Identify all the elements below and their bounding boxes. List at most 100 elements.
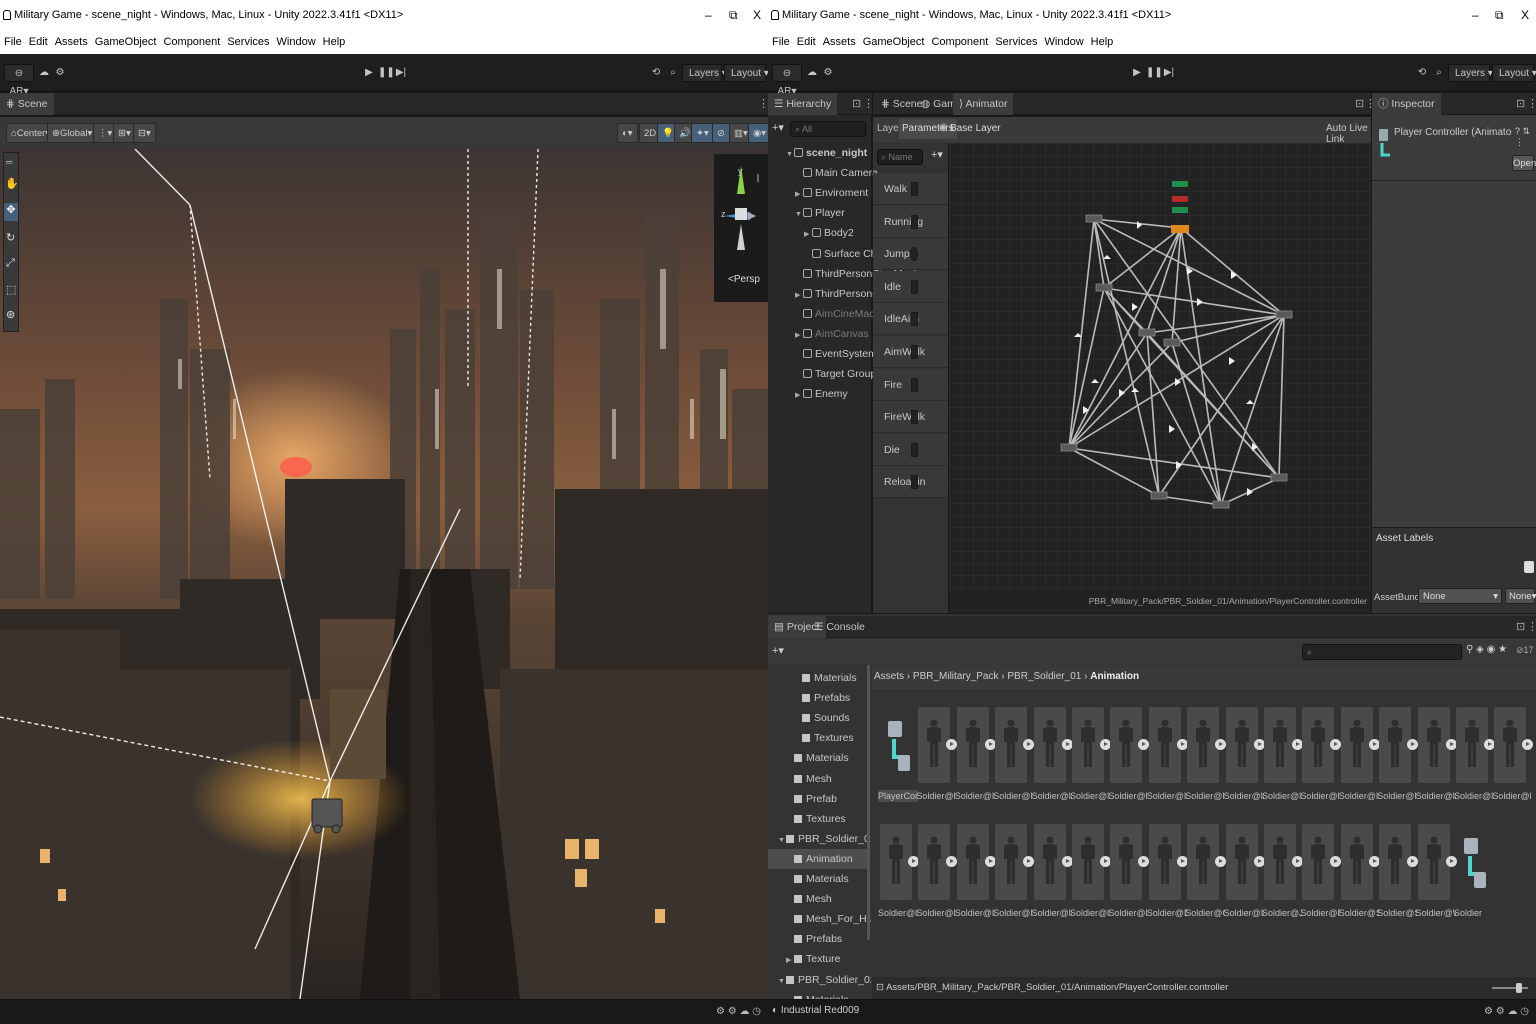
project-folder-item[interactable]: Sounds <box>768 708 867 728</box>
layout-dropdown[interactable]: Layout ▾ <box>1492 64 1536 82</box>
project-folder-item[interactable]: Prefab <box>768 789 867 809</box>
project-folder-item[interactable]: Prefabs <box>768 929 867 949</box>
menu-file[interactable]: File <box>4 36 22 48</box>
expand-clip-icon[interactable] <box>1061 856 1073 867</box>
project-folder-item[interactable]: Textures <box>768 728 867 748</box>
close-button[interactable]: X <box>753 0 761 30</box>
expand-arrow-icon[interactable]: ▼ <box>778 972 786 992</box>
hierarchy-item[interactable]: ▶ Enviroment <box>795 183 868 203</box>
rect-tool-icon[interactable]: ⬚ <box>6 283 16 296</box>
expand-clip-icon[interactable] <box>1215 856 1227 867</box>
bool-checkbox[interactable] <box>911 377 918 392</box>
panel-menu-icon[interactable]: ⋮ <box>758 97 768 110</box>
increment-snap-dropdown[interactable]: ⊟▾ <box>133 123 156 143</box>
parameter-row[interactable]: IdleAim <box>873 303 948 336</box>
account-button[interactable]: ⊖ AR▾ <box>772 64 802 97</box>
lock-icon[interactable]: ⊡ <box>1516 620 1525 633</box>
close-button[interactable]: X <box>1521 0 1529 30</box>
project-folder-item[interactable]: Materials <box>768 668 867 688</box>
base-layer-breadcrumb[interactable]: Base Layer <box>950 123 1001 134</box>
minimize-button[interactable]: – <box>1472 0 1479 30</box>
hierarchy-search-input[interactable]: ⌕ All <box>790 121 866 137</box>
gizmos-dropdown[interactable]: ◉▾ <box>748 123 768 143</box>
expand-arrow-icon[interactable]: ▶ <box>795 326 803 346</box>
menu-component[interactable]: Component <box>931 36 988 48</box>
animation-clip-tile[interactable] <box>956 707 989 783</box>
project-folder-item[interactable]: Prefabs <box>768 688 867 708</box>
project-folder-item[interactable]: Textures <box>768 809 867 829</box>
expand-clip-icon[interactable] <box>1368 739 1380 750</box>
controller-asset-tile[interactable] <box>880 707 912 783</box>
menu-edit[interactable]: Edit <box>29 36 48 48</box>
auto-live-link-toggle[interactable]: Auto Live Link <box>1326 123 1371 145</box>
hierarchy-item[interactable]: ▼ Player <box>795 203 845 223</box>
hierarchy-item[interactable]: ▶ Body2 <box>804 223 854 243</box>
bool-checkbox[interactable] <box>911 345 918 359</box>
animation-clip-tile[interactable] <box>1417 707 1450 783</box>
add-object-button[interactable]: +▾ <box>772 121 784 134</box>
scene-viewport[interactable]: ═ ✋ ✥ ↻ ⤢ ⬚ ⊛ y z <Persp <box>0 149 768 999</box>
expand-clip-icon[interactable] <box>1100 739 1111 750</box>
lock-icon[interactable]: ⊡ <box>1516 97 1525 110</box>
project-folder-item[interactable]: ▼ PBR_Soldier_01 <box>768 829 871 849</box>
parameter-row[interactable]: FireWalk <box>873 401 948 434</box>
expand-clip-icon[interactable] <box>1407 856 1419 867</box>
hand-tool-icon[interactable]: ✋ <box>5 177 19 190</box>
pause-button[interactable]: ❚❚ <box>1146 64 1163 82</box>
step-button[interactable]: ▶| <box>394 64 408 82</box>
bool-checkbox[interactable] <box>911 442 918 457</box>
project-search-input[interactable]: ⌕ <box>1302 644 1462 660</box>
expand-arrow-icon[interactable]: ▶ <box>786 951 794 971</box>
bool-checkbox[interactable] <box>911 475 918 490</box>
hierarchy-item[interactable]: ▼ scene_night <box>786 143 867 163</box>
hidden-objects-toggle[interactable]: ⊘ <box>712 123 730 143</box>
hierarchy-item[interactable]: Target Group <box>795 364 876 384</box>
search-icon[interactable]: ⌕ <box>667 64 679 82</box>
menu-help[interactable]: Help <box>1091 36 1114 48</box>
search-icon[interactable]: ⌕ <box>1433 64 1445 82</box>
tools-grip-icon[interactable]: ═ <box>6 157 12 167</box>
add-parameter-button[interactable]: +▾ <box>931 148 943 161</box>
scale-tool-icon[interactable]: ⤢ <box>6 257 15 270</box>
tab-animator[interactable]: ⟩ Animator <box>953 93 1014 115</box>
effects-dropdown[interactable]: ✦▾ <box>691 123 714 143</box>
project-folder-item[interactable]: ▶ Texture <box>768 949 867 969</box>
project-folder-item[interactable]: Mesh <box>768 769 867 789</box>
expand-clip-icon[interactable] <box>1023 739 1035 750</box>
trigger-toggle[interactable] <box>910 247 918 262</box>
expand-arrow-icon[interactable]: ▶ <box>795 386 803 406</box>
inspector-help-icon[interactable]: ? ⇅ ⋮ <box>1515 126 1536 148</box>
animation-clip-tile[interactable] <box>1340 824 1373 900</box>
parameter-row[interactable]: Die <box>873 433 948 466</box>
parameter-row[interactable]: Running <box>873 205 948 238</box>
status-icons[interactable]: ⚙ ⚙ ☁ ◷ <box>716 1006 761 1017</box>
expand-clip-icon[interactable] <box>1023 856 1035 867</box>
menu-assets[interactable]: Assets <box>823 36 856 48</box>
history-icon[interactable]: ⟲ <box>1416 64 1428 82</box>
expand-clip-icon[interactable] <box>1445 856 1457 867</box>
cloud-icon[interactable]: ☁ <box>38 64 50 82</box>
parameter-row[interactable]: Jump <box>873 238 948 271</box>
label-tag-icon[interactable] <box>1524 561 1534 573</box>
parameter-row[interactable]: Reloadin <box>873 466 948 499</box>
bool-checkbox[interactable] <box>911 279 918 294</box>
expand-clip-icon[interactable] <box>1368 856 1380 867</box>
icon-size-slider-handle[interactable] <box>1516 983 1522 993</box>
bool-checkbox[interactable] <box>911 182 918 196</box>
menu-help[interactable]: Help <box>323 36 346 48</box>
expand-clip-icon[interactable] <box>946 856 958 867</box>
project-folder-item[interactable]: Materials <box>768 748 867 768</box>
expand-clip-icon[interactable] <box>1215 739 1227 750</box>
persp-toggle[interactable]: <Persp <box>728 274 760 285</box>
bool-checkbox[interactable] <box>911 214 918 229</box>
step-button[interactable]: ▶| <box>1162 64 1176 82</box>
expand-clip-icon[interactable] <box>946 739 958 750</box>
menu-window[interactable]: Window <box>1045 36 1084 48</box>
animation-clip-tile[interactable] <box>1033 707 1066 783</box>
menu-component[interactable]: Component <box>163 36 220 48</box>
filter-icons[interactable]: ⚲ ◈ ◉ ★ <box>1466 644 1507 655</box>
expand-clip-icon[interactable] <box>1138 739 1150 750</box>
tree-scrollbar[interactable] <box>867 665 870 940</box>
layers-dropdown[interactable]: Layers ▾ <box>1448 64 1493 82</box>
expand-clip-icon[interactable] <box>1445 739 1457 750</box>
